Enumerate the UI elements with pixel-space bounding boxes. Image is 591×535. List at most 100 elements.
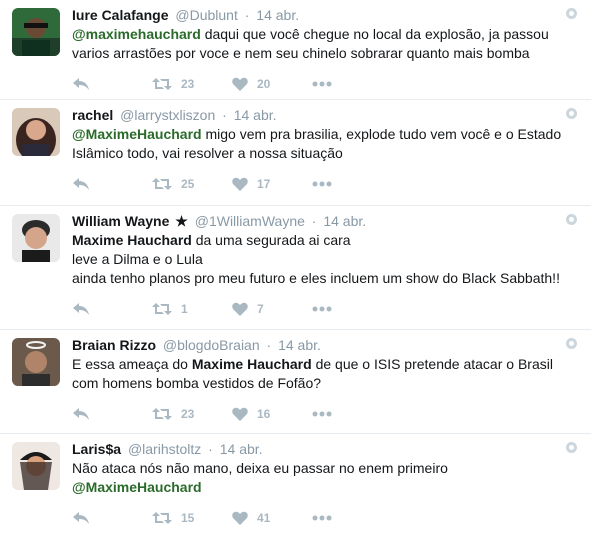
retweet-count: 25	[181, 177, 195, 191]
timestamp[interactable]: 14 abr.	[220, 441, 263, 457]
tweet-text-line: E essa ameaça do	[72, 356, 192, 372]
more-button[interactable]	[312, 81, 332, 87]
retweet-button[interactable]: 23	[152, 77, 232, 91]
avatar[interactable]	[12, 442, 60, 490]
more-button[interactable]	[312, 306, 332, 312]
retweet-count: 23	[181, 77, 195, 91]
user-handle[interactable]: @larihstoltz	[128, 441, 201, 457]
mention-link[interactable]: @MaximeHauchard	[72, 126, 202, 142]
retweet-button[interactable]: 23	[152, 407, 232, 421]
like-button[interactable]: 17	[232, 177, 312, 191]
tweet-text-line: daqui que você chegue no local da explos…	[200, 26, 549, 42]
tweet-header: Iure Calafange @Dublunt · 14 abr.	[72, 6, 581, 24]
retweet-icon	[152, 78, 172, 90]
separator: ·	[208, 441, 213, 457]
like-count: 17	[257, 177, 271, 191]
avatar[interactable]	[12, 214, 60, 262]
timestamp[interactable]: 14 abr.	[256, 7, 299, 23]
gear-icon[interactable]	[566, 214, 577, 225]
timestamp[interactable]: 14 abr.	[234, 107, 277, 123]
separator: ·	[266, 337, 272, 353]
reply-button[interactable]	[72, 511, 152, 525]
user-fullname[interactable]: William Wayne	[72, 213, 169, 229]
user-handle[interactable]: @blogdoBraian	[163, 337, 260, 353]
like-count: 20	[257, 77, 271, 91]
like-button[interactable]: 7	[232, 302, 312, 316]
more-button[interactable]	[312, 411, 332, 417]
reply-button[interactable]	[72, 177, 152, 191]
gear-icon[interactable]	[566, 8, 577, 19]
tweet-actions: 1 7	[72, 292, 581, 326]
tweet-header: Laris$a @larihstoltz · 14 abr.	[72, 440, 581, 458]
retweet-button[interactable]: 25	[152, 177, 232, 191]
more-icon	[312, 306, 332, 312]
mention-link[interactable]: @MaximeHauchard	[72, 479, 202, 495]
tweet-text-line: varios arrastões por voce e nem seu chin…	[72, 45, 530, 61]
gear-icon[interactable]	[566, 338, 577, 349]
mention-link[interactable]: Maxime Hauchard	[192, 356, 312, 372]
retweet-icon	[152, 512, 172, 524]
heart-icon	[232, 77, 248, 91]
reply-button[interactable]	[72, 302, 152, 316]
more-icon	[312, 81, 332, 87]
retweet-count: 1	[181, 302, 188, 316]
user-fullname[interactable]: Laris$a	[72, 441, 121, 457]
like-button[interactable]: 41	[232, 511, 312, 525]
tweet-text: Maxime Hauchard da uma segurada ai cara …	[72, 231, 581, 288]
avatar[interactable]	[12, 338, 60, 386]
tweet-header: rachel @larrystxliszon · 14 abr.	[72, 106, 581, 124]
tweet-header: William Wayne ★ @1WilliamWayne · 14 abr.	[72, 212, 581, 230]
tweet: William Wayne ★ @1WilliamWayne · 14 abr.…	[0, 206, 591, 330]
tweet-text-line: leve a Dilma e o Lula	[72, 251, 203, 267]
more-button[interactable]	[312, 515, 332, 521]
heart-icon	[232, 511, 248, 525]
tweet-text-line: ainda tenho planos pro meu futuro e eles…	[72, 270, 560, 286]
tweet: Braian Rizzo @blogdoBraian · 14 abr. E e…	[0, 330, 591, 434]
retweet-icon	[152, 408, 172, 420]
tweet-actions: 23 16	[72, 397, 581, 431]
retweet-count: 15	[181, 511, 195, 525]
tweet-actions: 15 41	[72, 501, 581, 535]
reply-button[interactable]	[72, 77, 152, 91]
user-fullname[interactable]: Braian Rizzo	[72, 337, 156, 353]
tweet: Iure Calafange @Dublunt · 14 abr. @maxim…	[0, 0, 591, 100]
tweet-text: E essa ameaça do Maxime Hauchard de que …	[72, 355, 581, 393]
more-button[interactable]	[312, 181, 332, 187]
separator: ·	[222, 107, 227, 123]
reply-button[interactable]	[72, 407, 152, 421]
like-count: 7	[257, 302, 264, 316]
reply-icon	[73, 512, 89, 524]
tweet-text-line: Islâmico todo, vai resolver a nossa situ…	[72, 145, 343, 161]
like-button[interactable]: 20	[232, 77, 312, 91]
user-fullname[interactable]: Iure Calafange	[72, 7, 168, 23]
like-button[interactable]: 16	[232, 407, 312, 421]
gear-icon[interactable]	[566, 442, 577, 453]
gear-icon[interactable]	[566, 108, 577, 119]
more-icon	[312, 411, 332, 417]
user-handle[interactable]: @1WilliamWayne	[195, 213, 305, 229]
user-fullname[interactable]: rachel	[72, 107, 113, 123]
mention-link[interactable]: Maxime Hauchard	[72, 232, 192, 248]
retweet-button[interactable]: 15	[152, 511, 232, 525]
timestamp[interactable]: 14 abr.	[278, 337, 321, 353]
retweet-button[interactable]: 1	[152, 302, 232, 316]
tweet: rachel @larrystxliszon · 14 abr. @Maxime…	[0, 100, 591, 206]
heart-icon	[232, 302, 248, 316]
retweet-count: 23	[181, 407, 195, 421]
tweet-text: @maximehauchard daqui que você chegue no…	[72, 25, 581, 63]
avatar[interactable]	[12, 8, 60, 56]
timestamp[interactable]: 14 abr.	[323, 213, 366, 229]
tweet-text-line: da uma segurada ai cara	[191, 232, 351, 248]
reply-icon	[73, 178, 89, 190]
more-icon	[312, 515, 332, 521]
mention-link[interactable]: @maximehauchard	[72, 26, 201, 42]
tweet-text-line: Não ataca nós não mano, deixa eu passar …	[72, 460, 448, 476]
star-icon: ★	[175, 213, 188, 229]
user-handle[interactable]: @Dublunt	[175, 7, 237, 23]
user-handle[interactable]: @larrystxliszon	[120, 107, 215, 123]
like-count: 41	[257, 511, 271, 525]
more-icon	[312, 181, 332, 187]
avatar[interactable]	[12, 108, 60, 156]
reply-icon	[73, 78, 89, 90]
separator: ·	[244, 7, 250, 23]
